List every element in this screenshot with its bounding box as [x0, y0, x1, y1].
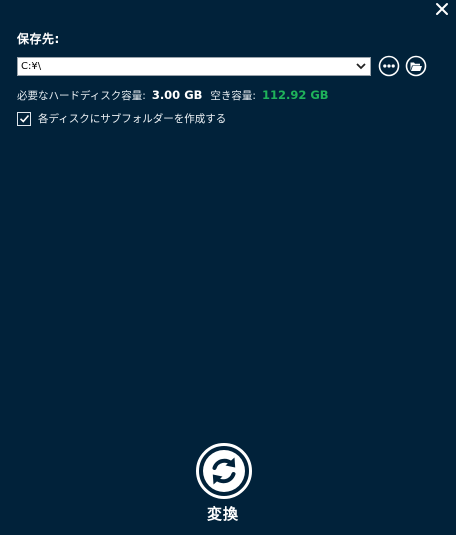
convert-label: 変換: [206, 505, 239, 523]
required-space-value: 3.00 GB: [151, 88, 203, 102]
checkmark-icon: [19, 114, 29, 123]
disk-space-info: 必要なハードディスク容量: 3.00 GB 空き容量: 112.92 GB: [17, 88, 329, 103]
destination-path-value: C:¥\: [21, 60, 42, 72]
destination-path-select[interactable]: C:¥\: [17, 56, 371, 76]
chevron-down-icon: [356, 63, 366, 70]
browse-options-button[interactable]: [378, 55, 400, 77]
close-button[interactable]: [434, 1, 450, 17]
more-options-icon: [378, 55, 400, 77]
open-folder-icon: [405, 55, 427, 77]
close-icon: [436, 3, 448, 15]
required-space-label: 必要なハードディスク容量:: [17, 90, 146, 102]
subfolder-checkbox-label: 各ディスクにサブフォルダーを作成する: [38, 113, 227, 125]
convert-refresh-icon: [196, 443, 252, 499]
destination-row: C:¥\: [17, 55, 427, 77]
open-folder-button[interactable]: [405, 55, 427, 77]
subfolder-option[interactable]: 各ディスクにサブフォルダーを作成する: [17, 111, 226, 126]
subfolder-checkbox[interactable]: [17, 111, 31, 126]
free-space-label: 空き容量:: [210, 90, 256, 102]
free-space-value: 112.92 GB: [261, 88, 329, 102]
save-to-label: 保存先:: [17, 32, 60, 46]
convert-button[interactable]: [195, 442, 253, 500]
